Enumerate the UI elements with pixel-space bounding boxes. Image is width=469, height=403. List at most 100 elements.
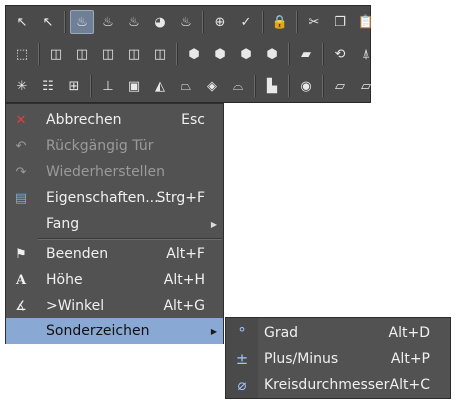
menu-item-wiederherstellen[interactable]: ↷ Wiederherstellen	[6, 159, 223, 185]
person-view-icon[interactable]: ⍋	[354, 42, 378, 66]
folder-open-icon[interactable]: ⌓	[226, 74, 250, 98]
submenu-item-kreisdurchmesser[interactable]: ⌀ Kreisdurchmesser Alt+C	[226, 372, 450, 398]
menu-item-label: >Winkel	[46, 298, 105, 314]
layer-2-icon[interactable]: ▣	[122, 74, 146, 98]
menu-item-shortcut: Esc	[181, 112, 205, 128]
iso-cube-4-icon[interactable]: ⬢	[260, 42, 284, 66]
toolbar-separator	[254, 75, 256, 97]
menu-separator	[38, 238, 222, 240]
toolbar-separator	[202, 11, 204, 33]
surface-edit-icon[interactable]: ⏥	[354, 74, 378, 98]
menu-item-label: Wiederherstellen	[46, 164, 165, 180]
iso-cube-1-icon[interactable]: ⬢	[182, 42, 206, 66]
cube-left-icon[interactable]: ◫	[122, 42, 146, 66]
rotate-view-icon[interactable]: ⟲	[328, 42, 352, 66]
menu-item-shortcut: Alt+F	[166, 246, 205, 262]
lock-icon[interactable]: 🔒	[268, 10, 292, 34]
main-toolbar: ↖ ↖ ♨ ♨ ♨ ◕ ♨ ⊕ ✓ 🔒 ✂ ❐ 📋 ⬚ ◫ ◫ ◫ ◫ ◫ ⬢ ⬢ ⬢ ⬢ ▰ ⟲ ⍋ ✳ ☷ ⊞ ⊥ ▣ ◭ ⏢ ◈ ⌓ ▙ ◉ ⏥…	[5, 5, 374, 103]
toolbar-separator	[288, 75, 290, 97]
slope-icon[interactable]: ⏢	[174, 74, 198, 98]
zoom-icon[interactable]: ⊕	[208, 10, 232, 34]
cube-front-icon[interactable]: ◫	[44, 42, 68, 66]
toolbar-separator	[288, 43, 290, 65]
menu-item-rueckgaengig[interactable]: ↶ Rückgängig Tür	[6, 133, 223, 159]
copy-icon[interactable]: ❐	[328, 10, 352, 34]
roof-icon[interactable]: ◈	[200, 74, 224, 98]
degree-icon: °	[238, 324, 246, 342]
toolbar-separator	[262, 11, 264, 33]
menu-item-sonderzeichen[interactable]: Sonderzeichen ▶	[6, 318, 223, 344]
menu-item-eigenschaften[interactable]: ▤ Eigenschaften... Strg+F	[6, 185, 223, 211]
iso-cube-2-icon[interactable]: ⬢	[208, 42, 232, 66]
color-wheel-icon[interactable]: ◕	[148, 10, 172, 34]
cube-back-icon[interactable]: ◫	[96, 42, 120, 66]
submenu-item-plus-minus[interactable]: ± Plus/Minus Alt+P	[226, 346, 450, 372]
paste-icon[interactable]: 📋	[354, 10, 378, 34]
bathtub-yellow-icon[interactable]: ♨	[174, 10, 198, 34]
plus-minus-icon: ±	[235, 350, 249, 368]
toolbar-row-2: ⬚ ◫ ◫ ◫ ◫ ◫ ⬢ ⬢ ⬢ ⬢ ▰ ⟲ ⍋	[10, 41, 380, 67]
menu-item-abbrechen[interactable]: ✕ Abbrechen Esc	[6, 107, 223, 133]
toolbar-separator	[322, 43, 324, 65]
menu-item-label: Eigenschaften...	[46, 190, 159, 206]
context-menu: ✕ Abbrechen Esc ↶ Rückgängig Tür ↷ Wiede…	[5, 103, 224, 344]
menu-item-label: Beenden	[46, 246, 109, 262]
box-icon[interactable]: ▙	[260, 74, 284, 98]
menu-item-winkel[interactable]: ∡ >Winkel Alt+G	[6, 293, 223, 319]
angle-icon: ∡	[15, 298, 27, 314]
menu-item-label: Sonderzeichen	[46, 323, 150, 339]
target-icon[interactable]: ◉	[294, 74, 318, 98]
submenu-arrow-icon: ▶	[210, 326, 217, 336]
cancel-x-icon: ✕	[15, 112, 27, 128]
bathtub-outline-icon[interactable]: ♨	[96, 10, 120, 34]
check-pen-icon[interactable]: ✓	[234, 10, 258, 34]
undo-icon: ↶	[15, 138, 27, 154]
toolbar-separator	[90, 75, 92, 97]
toolbar-row-1: ↖ ↖ ♨ ♨ ♨ ◕ ♨ ⊕ ✓ 🔒 ✂ ❐ 📋	[10, 9, 380, 35]
cube-top-icon[interactable]: ◫	[148, 42, 172, 66]
submenu-item-label: Kreisdurchmesser	[264, 377, 390, 393]
stair-icon[interactable]: ☷	[36, 74, 60, 98]
iso-cube-3-icon[interactable]: ⬢	[234, 42, 258, 66]
finish-flag-icon: ⚑	[15, 246, 27, 262]
bathtub-render-icon[interactable]: ♨	[122, 10, 146, 34]
cut-icon[interactable]: ✂	[302, 10, 326, 34]
toolbar-separator	[64, 11, 66, 33]
grid-icon[interactable]: ⊞	[62, 74, 86, 98]
toolbar-separator	[176, 43, 178, 65]
properties-icon: ▤	[14, 190, 28, 206]
menu-item-hoehe[interactable]: A Höhe Alt+H	[6, 267, 223, 293]
submenu-item-shortcut: Alt+D	[388, 325, 430, 341]
toolbar-separator	[296, 11, 298, 33]
submenu-sonderzeichen: ° Grad Alt+D ± Plus/Minus Alt+P ⌀ Kreisd…	[225, 317, 451, 399]
cube-axes-icon[interactable]: ⬚	[10, 42, 34, 66]
sun-light-icon[interactable]: ✳	[10, 74, 34, 98]
plane-icon[interactable]: ▰	[294, 42, 318, 66]
toolbar-row-3: ✳ ☷ ⊞ ⊥ ▣ ◭ ⏢ ◈ ⌓ ▙ ◉ ⏥ ⏥	[10, 73, 380, 99]
submenu-item-shortcut: Alt+C	[389, 377, 430, 393]
toolbar-separator	[38, 43, 40, 65]
submenu-item-shortcut: Alt+P	[390, 351, 430, 367]
menu-item-shortcut: Strg+F	[156, 190, 205, 206]
terrain-icon[interactable]: ◭	[148, 74, 172, 98]
layer-1-icon[interactable]: ⊥	[96, 74, 120, 98]
menu-item-label: Fang	[46, 216, 80, 232]
height-icon: A	[15, 272, 27, 288]
submenu-item-grad[interactable]: ° Grad Alt+D	[226, 320, 450, 346]
menu-item-shortcut: Alt+G	[163, 298, 205, 314]
diameter-icon: ⌀	[237, 376, 247, 394]
surface-icon[interactable]: ⏥	[328, 74, 352, 98]
menu-item-label: Höhe	[46, 272, 83, 288]
pick-arrow-icon[interactable]: ↖	[36, 10, 60, 34]
menu-item-label: Abbrechen	[46, 112, 122, 128]
menu-item-shortcut: Alt+H	[163, 272, 205, 288]
cursor-arrow-icon[interactable]: ↖	[10, 10, 34, 34]
menu-item-label: Rückgängig Tür	[46, 138, 154, 154]
menu-item-beenden[interactable]: ⚑ Beenden Alt+F	[6, 241, 223, 267]
cube-right-icon[interactable]: ◫	[70, 42, 94, 66]
menu-item-fang[interactable]: Fang ▶	[6, 211, 223, 237]
redo-icon: ↷	[15, 164, 27, 180]
submenu-item-label: Plus/Minus	[264, 351, 339, 367]
toolbar-separator	[322, 75, 324, 97]
bathtub-view-icon[interactable]: ♨	[70, 10, 94, 34]
